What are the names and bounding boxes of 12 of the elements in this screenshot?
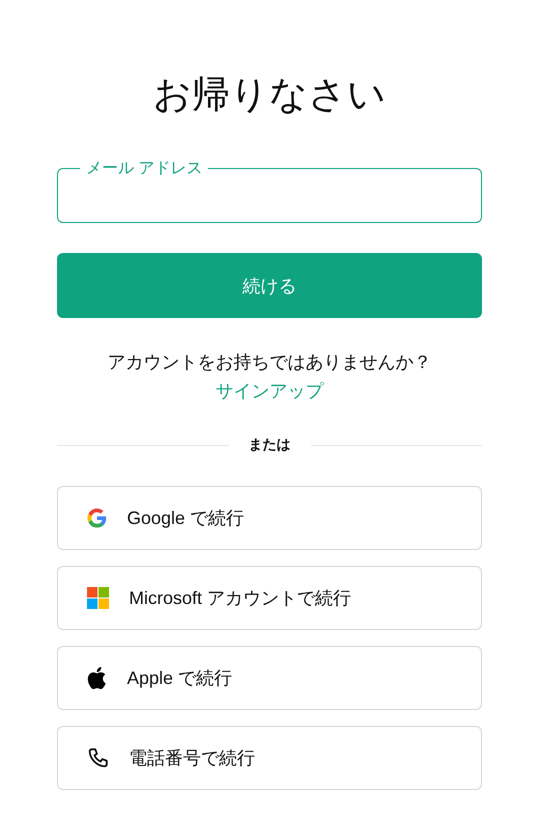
apple-icon [87,667,107,689]
google-icon [87,508,107,528]
windows-logo-icon [87,587,109,609]
page-title: お帰りなさい [152,73,387,118]
field-label: メール アドレス [85,159,204,179]
signup-prompt: アカウントをお持ちではありませんか？ サインアップ [106,351,432,403]
sign-in-option-button[interactable]: 電話番号で続行 [57,726,482,790]
sign-in-option-button[interactable]: Google で続行 [57,486,482,550]
sign-in-option-button[interactable]: Microsoft アカウントで続行 [57,566,482,630]
divider-label: または [248,436,290,454]
phone-icon [87,747,109,769]
sign-in-option-button[interactable]: Apple で続行 [57,646,482,710]
